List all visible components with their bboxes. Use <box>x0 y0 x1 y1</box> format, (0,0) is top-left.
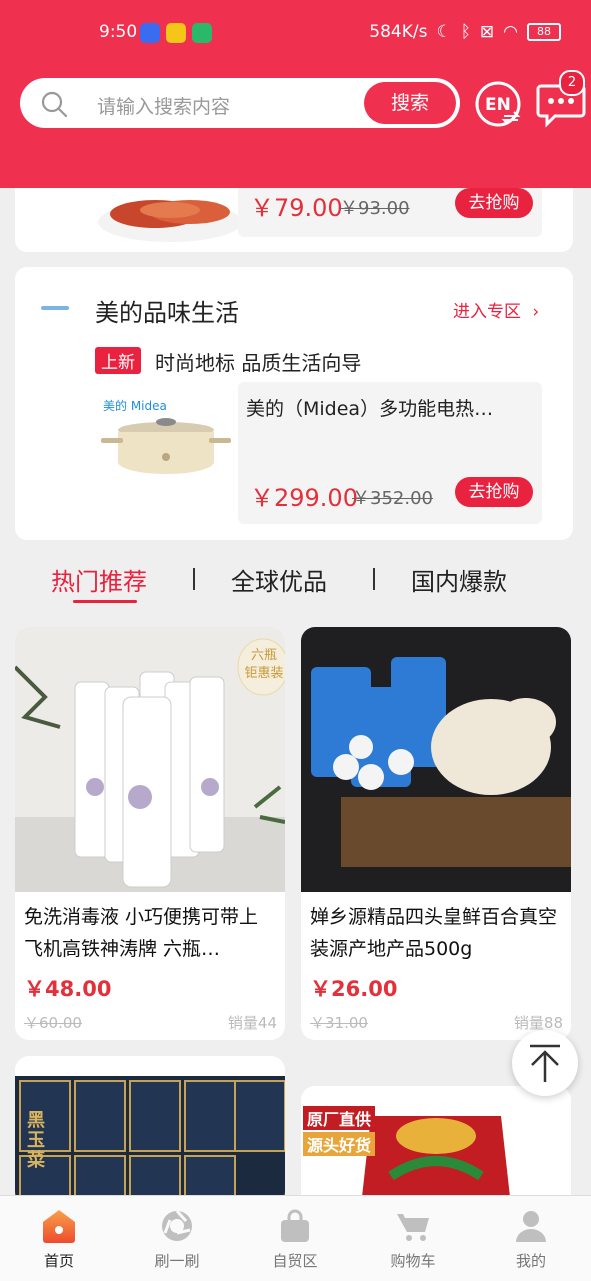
product-image-text: 黑玉菜 <box>27 1110 45 1171</box>
svg-text:EN: EN <box>485 95 511 115</box>
arrow-up-icon <box>530 1044 560 1082</box>
search-bar[interactable]: 请输入搜索内容 搜索 <box>20 78 460 128</box>
nav-cart[interactable]: 购物车 <box>354 1196 472 1281</box>
product-card[interactable]: 黑玉菜 <box>15 1056 285 1206</box>
tab-separator <box>373 568 375 590</box>
nav-label: 购物车 <box>390 1252 436 1270</box>
top-product-old-price: ￥93.00 <box>340 198 410 219</box>
product-old-price: ￥60.00 <box>24 1014 82 1032</box>
shield-app-icon <box>140 23 160 43</box>
product-badge-line2: 源头好货 <box>303 1132 376 1156</box>
green-app-icon <box>192 23 212 43</box>
wifi-icon: ◠ <box>503 22 518 42</box>
tab-active-underline <box>73 600 137 603</box>
tab-separator <box>193 568 195 590</box>
status-bar: 9:50 584K/s ☾ ᛒ ⊠ ◠ 88 <box>0 0 591 68</box>
status-right: 584K/s ☾ ᛒ ⊠ ◠ 88 <box>369 22 561 42</box>
new-tag: 上新 <box>95 347 141 374</box>
product-price: ￥48.00 <box>24 977 112 1001</box>
top-grab-button[interactable]: 去抢购 <box>455 188 533 218</box>
crown-icon: ♛ <box>329 1086 342 1088</box>
nav-label: 刷一刷 <box>154 1252 200 1270</box>
bottom-nav: 首页 刷一刷 自贸区 购物车 我的 <box>0 1195 591 1281</box>
nav-label: 我的 <box>515 1252 546 1270</box>
network-speed: 584K/s <box>369 22 428 42</box>
chevron-right-icon: › <box>532 302 540 322</box>
user-icon <box>516 1211 546 1242</box>
back-to-top-button[interactable] <box>512 1030 578 1096</box>
nav-mine[interactable]: 我的 <box>472 1196 590 1281</box>
midea-small-logo <box>41 306 69 310</box>
bluetooth-icon: ᛒ <box>460 22 471 42</box>
product-image <box>301 627 571 892</box>
product-image-badge: 六瓶 钜惠装 <box>244 648 284 681</box>
cart-icon <box>397 1214 429 1241</box>
language-switch-icon[interactable]: EN <box>474 80 522 128</box>
product-price: ￥26.00 <box>310 977 398 1001</box>
search-icon <box>41 91 68 118</box>
nav-home[interactable]: 首页 <box>0 1196 118 1281</box>
bag-icon <box>281 1209 309 1242</box>
tab-global[interactable]: 全球优品 <box>231 562 327 597</box>
top-product-price: ￥79.00 <box>250 194 343 222</box>
tab-domestic[interactable]: 国内爆款 <box>411 562 507 597</box>
zone-product-old-price: ￥352.00 <box>352 488 433 509</box>
search-input[interactable]: 请输入搜索内容 <box>97 92 230 119</box>
zone-grab-button[interactable]: 去抢购 <box>455 477 533 507</box>
search-button[interactable]: 搜索 <box>364 82 456 124</box>
brand-zone-card: 美的品味生活 进入专区 › 上新 时尚地标 品质生活向导 美的 Midea 美的… <box>15 267 573 540</box>
zone-title: 美的品味生活 <box>95 299 239 327</box>
product-card[interactable]: 婵乡源精品四头皇鲜百合真空装源产地产品500g ￥26.00 ￥31.00 销量… <box>301 627 571 1040</box>
app-header: 9:50 584K/s ☾ ᛒ ⊠ ◠ 88 请输入搜索内容 搜索 EN 2 <box>0 0 591 188</box>
refresh-icon <box>162 1209 192 1241</box>
zone-product-title: 美的（Midea）多功能电热… <box>246 398 494 420</box>
meituan-app-icon <box>166 23 186 43</box>
zone-product-info[interactable]: 美的（Midea）多功能电热… ￥299.00 ￥352.00 去抢购 <box>238 382 542 524</box>
shrimp-image <box>98 200 242 242</box>
product-title: 免洗消毒液 小巧便携可带上飞机高铁神涛牌 六瓶… <box>24 906 259 960</box>
product-sales: 销量44 <box>227 1014 277 1032</box>
product-old-price: ￥31.00 <box>310 1014 368 1032</box>
status-time: 9:50 <box>99 22 138 42</box>
product-image <box>15 1076 285 1206</box>
message-badge: 2 <box>559 70 585 96</box>
status-app-icons <box>140 23 212 43</box>
product-badge-line1: 原厂直供 <box>303 1106 376 1130</box>
sim-icon: ⊠ <box>479 22 495 42</box>
electric-pot-image[interactable] <box>101 412 231 482</box>
nav-free-trade[interactable]: 自贸区 <box>236 1196 354 1281</box>
tab-hot[interactable]: 热门推荐 <box>51 562 147 597</box>
nav-refresh[interactable]: 刷一刷 <box>118 1196 236 1281</box>
battery-icon: 88 <box>527 23 561 41</box>
product-card[interactable]: ♛ 原厂直供 源头好货 <box>301 1086 571 1206</box>
zone-enter-link[interactable]: 进入专区 › <box>453 297 539 322</box>
home-icon <box>43 1210 75 1243</box>
product-title: 婵乡源精品四头皇鲜百合真空装源产地产品500g <box>310 906 558 960</box>
zone-subtitle: 时尚地标 品质生活向导 <box>155 351 362 375</box>
moon-icon: ☾ <box>436 22 452 42</box>
nav-label: 首页 <box>43 1252 74 1270</box>
product-card[interactable]: 六瓶 钜惠装 免洗消毒液 小巧便携可带上飞机高铁神涛牌 六瓶… ￥48.00 ￥… <box>15 627 285 1040</box>
zone-product-price: ￥299.00 <box>250 484 358 512</box>
nav-label: 自贸区 <box>272 1252 318 1270</box>
